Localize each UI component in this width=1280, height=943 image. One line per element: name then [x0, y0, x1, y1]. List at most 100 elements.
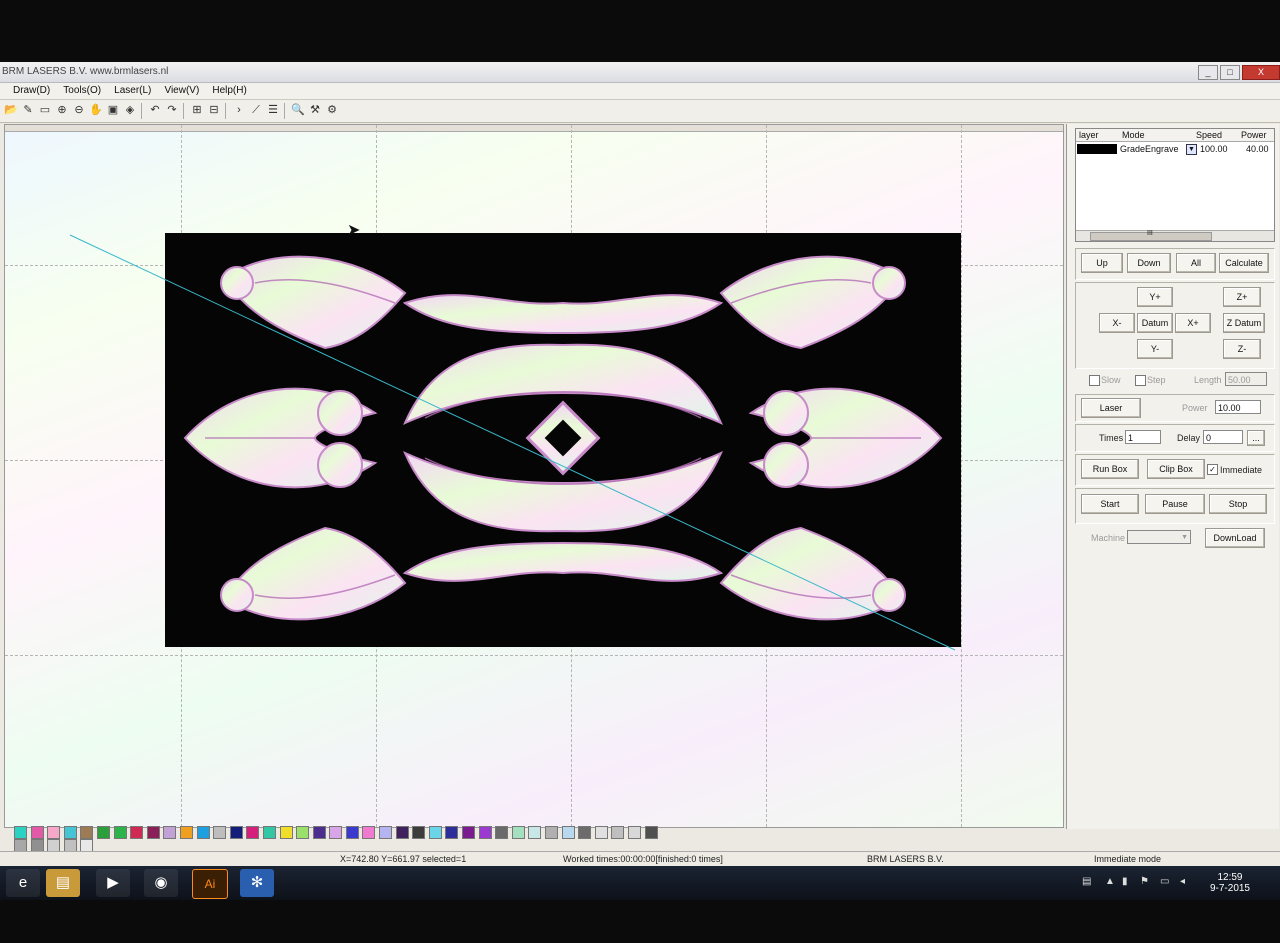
- drawing-canvas[interactable]: ➤: [4, 124, 1064, 828]
- folder-tray-icon[interactable]: ▤: [1082, 876, 1091, 887]
- palette-swatch[interactable]: [179, 826, 193, 839]
- palette-swatch[interactable]: [578, 826, 592, 839]
- palette-swatch[interactable]: [345, 826, 359, 839]
- menu-view[interactable]: View(V): [159, 83, 204, 98]
- forward-icon[interactable]: ›: [232, 103, 246, 117]
- palette-swatch[interactable]: [213, 826, 227, 839]
- layer-row[interactable]: GradeEngrave ▼ 100.00 40.00: [1076, 143, 1274, 155]
- volume-icon[interactable]: ◂: [1180, 876, 1185, 887]
- illustrator-icon[interactable]: Ai: [192, 869, 228, 899]
- palette-swatch[interactable]: [445, 826, 459, 839]
- pause-button[interactable]: Pause: [1145, 494, 1205, 514]
- palette-swatch[interactable]: [246, 826, 260, 839]
- palette-swatch[interactable]: [611, 826, 625, 839]
- layer-color-swatch[interactable]: [1077, 144, 1117, 154]
- scrollbar-thumb[interactable]: III: [1090, 230, 1212, 241]
- list-icon[interactable]: ☰: [266, 103, 280, 117]
- step-checkbox[interactable]: [1135, 375, 1146, 386]
- undo-icon[interactable]: ↶: [148, 103, 162, 117]
- media-player-icon[interactable]: ▶: [96, 869, 130, 897]
- machine-select[interactable]: ▼: [1127, 530, 1191, 544]
- palette-swatch[interactable]: [96, 826, 110, 839]
- maximize-button[interactable]: □: [1220, 65, 1240, 80]
- palette-swatch[interactable]: [30, 826, 44, 839]
- chrome-icon[interactable]: ◉: [144, 869, 178, 897]
- clip-box-button[interactable]: Clip Box: [1147, 459, 1205, 479]
- layer-table[interactable]: layer Mode Speed Power GradeEngrave ▼ 10…: [1075, 128, 1275, 242]
- delay-input[interactable]: 0: [1203, 430, 1243, 444]
- menu-tools[interactable]: Tools(O): [58, 83, 106, 98]
- redo-icon[interactable]: ↷: [165, 103, 179, 117]
- flag-icon[interactable]: ⚑: [1140, 876, 1149, 887]
- horizontal-scrollbar[interactable]: III: [1076, 230, 1274, 241]
- explorer-icon[interactable]: ▤: [46, 869, 80, 897]
- palette-swatch[interactable]: [627, 826, 641, 839]
- menu-help[interactable]: Help(H): [207, 83, 251, 98]
- palette-swatch[interactable]: [113, 826, 127, 839]
- palette-swatch[interactable]: [80, 826, 94, 839]
- palette-swatch[interactable]: [312, 826, 326, 839]
- datum-button[interactable]: Datum: [1137, 313, 1173, 333]
- laser-app-icon[interactable]: ✻: [240, 869, 274, 897]
- all-button[interactable]: All: [1176, 253, 1216, 273]
- laser-button[interactable]: Laser: [1081, 398, 1141, 418]
- minimize-button[interactable]: _: [1198, 65, 1218, 80]
- y-minus-button[interactable]: Y-: [1137, 339, 1173, 359]
- ie-icon[interactable]: e: [6, 869, 40, 897]
- palette-swatch[interactable]: [412, 826, 426, 839]
- align-icon[interactable]: ⊞: [190, 103, 204, 117]
- monitor-icon[interactable]: ▭: [1160, 876, 1169, 887]
- pan-icon[interactable]: ✋: [89, 103, 103, 117]
- image-icon[interactable]: ▣: [106, 103, 120, 117]
- stop-button[interactable]: Stop: [1209, 494, 1267, 514]
- preview-icon[interactable]: 🔍: [291, 103, 305, 117]
- folder-icon[interactable]: 📂: [4, 103, 18, 117]
- line-tool-icon[interactable]: ⟋: [249, 103, 263, 117]
- palette-swatch[interactable]: [63, 826, 77, 839]
- palette-swatch[interactable]: [644, 826, 658, 839]
- node-icon[interactable]: ◈: [123, 103, 137, 117]
- palette-swatch[interactable]: [146, 826, 160, 839]
- z-minus-button[interactable]: Z-: [1223, 339, 1261, 359]
- down-button[interactable]: Down: [1127, 253, 1171, 273]
- mode-dropdown-icon[interactable]: ▼: [1186, 144, 1197, 155]
- engraving-artwork[interactable]: [165, 233, 961, 647]
- run-box-button[interactable]: Run Box: [1081, 459, 1139, 479]
- palette-swatch[interactable]: [279, 826, 293, 839]
- start-button[interactable]: Start: [1081, 494, 1139, 514]
- immediate-checkbox[interactable]: ✓: [1207, 464, 1218, 475]
- palette-swatch[interactable]: [545, 826, 558, 839]
- pen-icon[interactable]: ✎: [21, 103, 35, 117]
- menu-laser[interactable]: Laser(L): [109, 83, 156, 98]
- palette-swatch[interactable]: [47, 826, 61, 839]
- palette-swatch[interactable]: [379, 826, 393, 839]
- palette-swatch[interactable]: [428, 826, 442, 839]
- zoom-in-icon[interactable]: ⊕: [55, 103, 69, 117]
- select-icon[interactable]: ▭: [38, 103, 52, 117]
- palette-swatch[interactable]: [163, 826, 177, 839]
- slow-checkbox[interactable]: [1089, 375, 1100, 386]
- palette-swatch[interactable]: [495, 826, 509, 839]
- menu-draw[interactable]: Draw(D): [8, 83, 55, 98]
- z-plus-button[interactable]: Z+: [1223, 287, 1261, 307]
- palette-swatch[interactable]: [262, 826, 276, 839]
- x-minus-button[interactable]: X-: [1099, 313, 1135, 333]
- palette-swatch[interactable]: [14, 826, 27, 839]
- zoom-out-icon[interactable]: ⊖: [72, 103, 86, 117]
- settings-icon[interactable]: ⚙: [325, 103, 339, 117]
- palette-swatch[interactable]: [329, 826, 343, 839]
- network-icon[interactable]: ▮: [1122, 876, 1128, 887]
- up-button[interactable]: Up: [1081, 253, 1123, 273]
- z-datum-button[interactable]: Z Datum: [1223, 313, 1265, 333]
- group-icon[interactable]: ⊟: [207, 103, 221, 117]
- laser-icon[interactable]: ⚒: [308, 103, 322, 117]
- palette-swatch[interactable]: [561, 826, 575, 839]
- palette-swatch[interactable]: [130, 826, 144, 839]
- palette-swatch[interactable]: [478, 826, 492, 839]
- x-plus-button[interactable]: X+: [1175, 313, 1211, 333]
- times-input[interactable]: 1: [1125, 430, 1161, 444]
- y-plus-button[interactable]: Y+: [1137, 287, 1173, 307]
- palette-swatch[interactable]: [395, 826, 409, 839]
- palette-swatch[interactable]: [229, 826, 243, 839]
- chevron-up-icon[interactable]: ▲: [1105, 876, 1115, 887]
